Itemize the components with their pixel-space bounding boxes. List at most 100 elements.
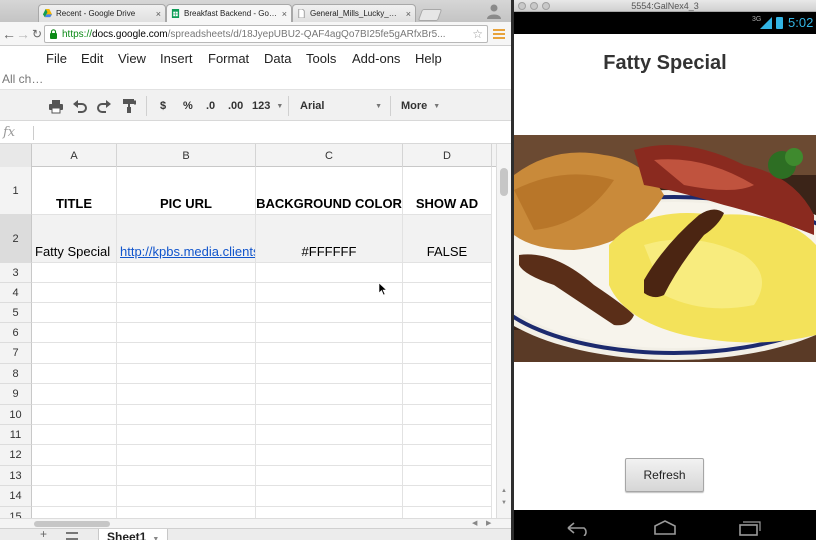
close-icon[interactable]: × [156,9,161,19]
scroll-thumb[interactable] [500,168,508,196]
cell-b7[interactable] [117,343,256,364]
cell-c12[interactable] [256,445,403,466]
bookmark-star-icon[interactable]: ☆ [472,27,483,41]
cell-d6[interactable] [403,323,492,343]
cell-c1[interactable]: BACKGROUND COLOR [256,167,403,215]
horizontal-scrollbar[interactable]: ◀ ▶ [0,518,511,528]
cell-a2[interactable]: Fatty Special [32,215,117,263]
cell-a9[interactable] [32,384,117,405]
scroll-left-arrow-icon[interactable]: ◀ [472,519,477,527]
row-header-1[interactable]: 1 [0,167,32,215]
cell-b8[interactable] [117,364,256,384]
cell-a1[interactable]: TITLE [32,167,117,215]
scroll-down-arrow-icon[interactable]: ▼ [501,500,507,506]
menu-help[interactable]: Help [415,51,442,66]
row-header-12[interactable]: 12 [0,445,32,466]
cell-d11[interactable] [403,425,492,445]
cell-c3[interactable] [256,263,403,283]
cell-a13[interactable] [32,466,117,486]
row-header-13[interactable]: 13 [0,466,32,486]
tab-google-drive[interactable]: Recent - Google Drive × [38,4,166,22]
row-header-2[interactable]: 2 [0,215,32,263]
cell-b10[interactable] [117,405,256,425]
menu-insert[interactable]: Insert [160,51,193,66]
column-header-b[interactable]: B [117,144,256,167]
row-header-6[interactable]: 6 [0,323,32,343]
sheet-tab-sheet1[interactable]: Sheet1 ▼ [98,529,168,540]
undo-icon[interactable] [72,97,88,115]
cell-b9[interactable] [117,384,256,405]
row-header-3[interactable]: 3 [0,263,32,283]
column-header-d[interactable]: D [403,144,492,167]
cell-a14[interactable] [32,486,117,507]
currency-format-button[interactable]: $ [160,97,166,115]
refresh-button[interactable]: Refresh [625,458,704,492]
cell-a4[interactable] [32,283,117,303]
number-format-dropdown[interactable]: 123 ▼ [252,97,283,115]
row-header-14[interactable]: 14 [0,486,32,507]
cell-c6[interactable] [256,323,403,343]
cell-d14[interactable] [403,486,492,507]
row-header-8[interactable]: 8 [0,364,32,384]
cell-d4[interactable] [403,283,492,303]
cell-a3[interactable] [32,263,117,283]
row-header-10[interactable]: 10 [0,405,32,425]
cell-c15[interactable] [256,507,403,518]
cell-d5[interactable] [403,303,492,323]
cell-a11[interactable] [32,425,117,445]
cell-d10[interactable] [403,405,492,425]
cell-a12[interactable] [32,445,117,466]
address-bar[interactable]: https://docs.google.com/spreadsheets/d/1… [44,25,488,43]
home-icon[interactable] [650,520,680,536]
cell-b1[interactable]: PIC URL [117,167,256,215]
cell-b14[interactable] [117,486,256,507]
reload-icon[interactable]: ↻ [30,26,44,42]
back-icon[interactable] [564,520,594,536]
cell-b6[interactable] [117,323,256,343]
cell-c8[interactable] [256,364,403,384]
cell-a15[interactable] [32,507,117,518]
cell-b4[interactable] [117,283,256,303]
hamburger-menu-icon[interactable] [492,27,506,41]
cell-c10[interactable] [256,405,403,425]
cell-d8[interactable] [403,364,492,384]
row-header-7[interactable]: 7 [0,343,32,364]
cell-a10[interactable] [32,405,117,425]
scroll-up-arrow-icon[interactable]: ▲ [501,488,507,494]
row-header-15[interactable]: 15 [0,507,32,518]
new-tab-button[interactable] [417,9,443,21]
scroll-thumb[interactable] [34,521,110,527]
cell-d7[interactable] [403,343,492,364]
cell-c2[interactable]: #FFFFFF [256,215,403,263]
back-arrow-icon[interactable]: ← [2,26,16,42]
select-all-corner[interactable] [0,144,32,167]
vertical-scrollbar[interactable]: ▲ ▼ [496,144,511,518]
cell-a8[interactable] [32,364,117,384]
menu-file[interactable]: File [46,51,67,66]
paint-format-icon[interactable] [121,97,137,115]
cell-a5[interactable] [32,303,117,323]
close-icon[interactable]: × [406,9,411,19]
column-header-c[interactable]: C [256,144,403,167]
cell-b5[interactable] [117,303,256,323]
cell-c11[interactable] [256,425,403,445]
cell-c9[interactable] [256,384,403,405]
cell-d9[interactable] [403,384,492,405]
row-header-4[interactable]: 4 [0,283,32,303]
decrease-decimal-button[interactable]: .0 [206,97,215,115]
column-header-a[interactable]: A [32,144,117,167]
cell-a6[interactable] [32,323,117,343]
row-header-9[interactable]: 9 [0,384,32,405]
cell-d2[interactable]: FALSE [403,215,492,263]
cell-b11[interactable] [117,425,256,445]
increase-decimal-button[interactable]: .00 [228,97,243,115]
redo-icon[interactable] [96,97,112,115]
cell-d15[interactable] [403,507,492,518]
menu-tools[interactable]: Tools [306,51,336,66]
cell-d3[interactable] [403,263,492,283]
tab-breakfast-backend[interactable]: Breakfast Backend - Googl × [166,4,292,22]
cell-c7[interactable] [256,343,403,364]
add-sheet-icon[interactable]: + [40,529,47,540]
cell-b12[interactable] [117,445,256,466]
percent-format-button[interactable]: % [183,97,193,115]
